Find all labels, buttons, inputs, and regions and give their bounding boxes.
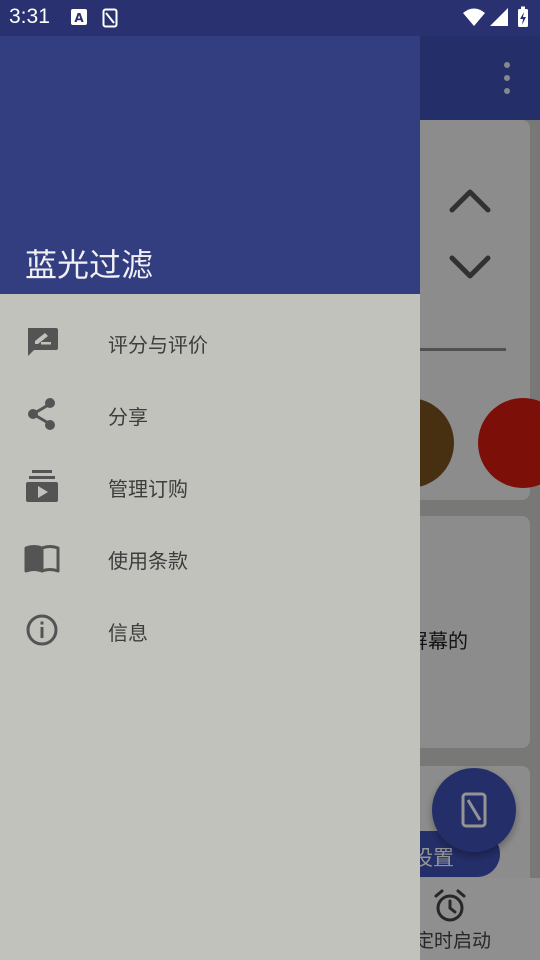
menu-label-terms-of-use: 使用条款 [108,549,188,573]
battery-charging-icon [518,6,528,27]
menu-label-manage-subscriptions: 管理订购 [108,477,188,501]
menu-item-info[interactable]: 信息 [0,594,420,666]
font-notification-icon: A [71,9,87,25]
subscriptions-icon [26,470,58,502]
screen: 屏幕的 设置 定时启动 3:31 A 蓝光过滤 评分与评价 分享 管理订购 使用… [0,0,540,960]
share-icon [28,398,55,430]
rate-review-icon [28,328,58,356]
drawer-title: 蓝光过滤 [25,246,154,284]
menu-item-share[interactable]: 分享 [0,378,420,450]
menu-label-rate-review: 评分与评价 [108,333,208,357]
navigation-drawer: 蓝光过滤 评分与评价 分享 管理订购 使用条款 信息 [0,36,420,960]
cellular-signal-icon [490,8,508,26]
wifi-icon [463,8,485,26]
menu-item-terms-of-use[interactable]: 使用条款 [0,522,420,594]
menu-item-manage-subscriptions[interactable]: 管理订购 [0,450,420,522]
menu-item-rate-review[interactable]: 评分与评价 [0,306,420,378]
status-time: 3:31 [9,5,50,28]
svg-text:A: A [74,11,84,25]
screen-filter-notification-icon [102,8,118,28]
drawer-header: 蓝光过滤 [0,36,420,294]
status-bar: 3:31 A [0,0,540,36]
menu-label-share: 分享 [108,405,148,429]
book-icon [24,545,60,573]
menu-label-info: 信息 [108,621,148,645]
info-icon [26,614,58,646]
